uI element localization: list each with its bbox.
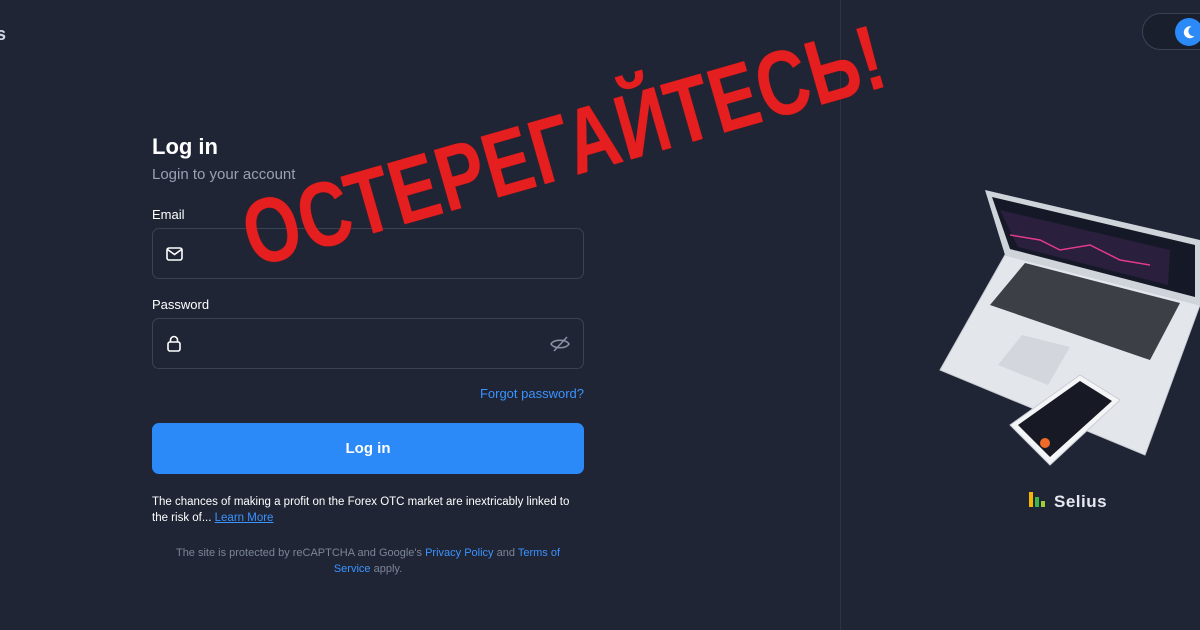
password-field[interactable] <box>195 319 571 368</box>
privacy-policy-link[interactable]: Privacy Policy <box>425 547 493 559</box>
password-label: Password <box>152 297 210 312</box>
login-button[interactable]: Log in <box>152 423 584 474</box>
forgot-password-link[interactable]: Forgot password? <box>152 386 584 401</box>
recaptcha-prefix: The site is protected by reCAPTCHA and G… <box>175 547 423 559</box>
eye-off-icon[interactable] <box>549 335 571 358</box>
moon-icon <box>1175 18 1200 46</box>
brand-name: Selius <box>1054 491 1108 511</box>
partial-logo-mark: s <box>0 24 7 44</box>
recaptcha-suffix: apply. <box>373 563 403 575</box>
recaptcha-notice: The site is protected by reCAPTCHA and G… <box>152 545 584 577</box>
learn-more-link[interactable]: Learn More <box>215 512 274 524</box>
laptop-phone-illustration <box>930 185 1200 475</box>
risk-disclaimer: The chances of making a profit on the Fo… <box>152 494 584 526</box>
mail-icon <box>165 245 183 263</box>
brand: Selius <box>1028 490 1107 513</box>
theme-toggle[interactable] <box>1142 13 1200 50</box>
password-field-container[interactable] <box>152 318 584 369</box>
selius-logo <box>1028 490 1048 513</box>
lock-icon <box>165 335 183 353</box>
recaptcha-and: and <box>496 547 515 559</box>
